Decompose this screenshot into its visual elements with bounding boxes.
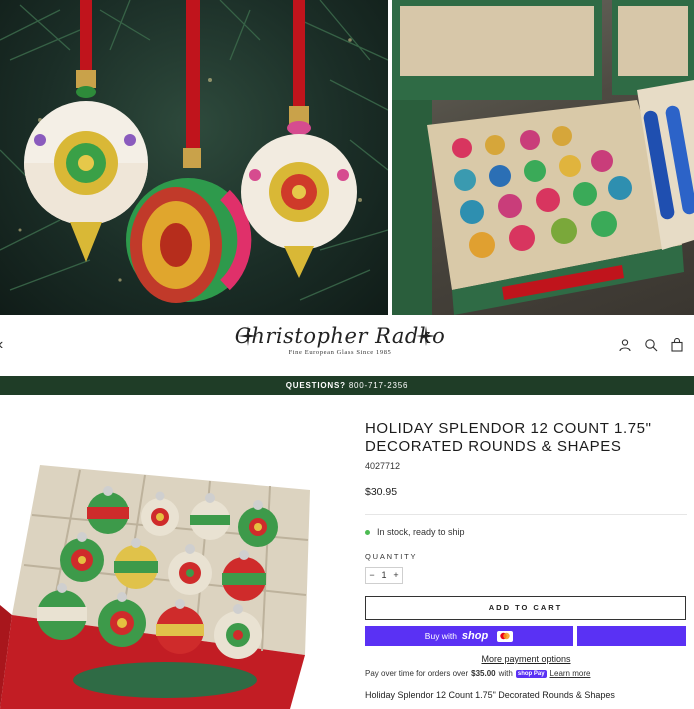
learn-more-link[interactable]: Learn more: [550, 669, 591, 678]
alternate-pay-button[interactable]: [577, 626, 686, 646]
product-price: $30.95: [365, 486, 398, 498]
chevron-left-icon[interactable]: ‹: [0, 336, 3, 354]
announcement-bar: QUESTIONS? 800-717-2356: [0, 376, 694, 395]
buy-with-label: Buy with: [424, 631, 457, 641]
buy-with-shop-button[interactable]: Buy with shop: [365, 626, 573, 646]
quantity-label: QUANTITY: [365, 552, 418, 561]
header-icons: [618, 337, 684, 352]
announcement-label: QUESTIONS?: [285, 381, 346, 390]
user-icon[interactable]: [618, 338, 632, 352]
bag-icon[interactable]: [670, 337, 684, 352]
brand-tagline: Fine European Glass Since 1985: [288, 349, 392, 356]
quantity-decrease-button[interactable]: −: [366, 568, 378, 583]
shop-pay-badge: shop Pay: [515, 669, 547, 678]
more-payment-options-link[interactable]: More payment options: [365, 654, 687, 664]
quantity-increase-button[interactable]: +: [390, 568, 402, 583]
divider: [365, 514, 687, 515]
shop-wordmark: shop: [461, 630, 489, 642]
product-title: HOLIDAY SPLENDOR 12 COUNT 1.75" DECORATE…: [365, 420, 652, 455]
in-stock-dot-icon: [365, 529, 370, 535]
product-description: Holiday Splendor 12 Count 1.75" Decorate…: [365, 690, 615, 700]
ornament-boxes-photo: [392, 0, 694, 315]
installments-note: Pay over time for orders over $35.00 wit…: [365, 669, 687, 678]
site-header: ‹ Christopher Radko Fine European Glass …: [0, 318, 694, 376]
search-icon[interactable]: [644, 338, 658, 352]
announcement-phone[interactable]: 800-717-2356: [349, 381, 408, 390]
product-info: HOLIDAY SPLENDOR 12 COUNT 1.75" DECORATE…: [365, 420, 687, 700]
product-image[interactable]: [0, 455, 330, 709]
photo-collage: [0, 0, 694, 315]
mastercard-icon: [497, 630, 514, 642]
hanging-ornaments-photo: [0, 0, 388, 315]
installments-amount: $35.00: [471, 669, 496, 678]
add-to-cart-button[interactable]: ADD TO CART: [365, 596, 686, 620]
quantity-stepper: − 1 +: [365, 567, 403, 584]
product-sku: 4027712: [365, 461, 401, 471]
stock-text: In stock, ready to ship: [377, 527, 465, 537]
stock-status: In stock, ready to ship: [365, 527, 687, 537]
quantity-input[interactable]: 1: [378, 568, 390, 583]
installments-prefix: Pay over time for orders over: [365, 669, 469, 678]
express-checkout-row: Buy with shop: [365, 626, 687, 646]
installments-with: with: [498, 669, 513, 678]
star-right-icon: [416, 326, 436, 346]
